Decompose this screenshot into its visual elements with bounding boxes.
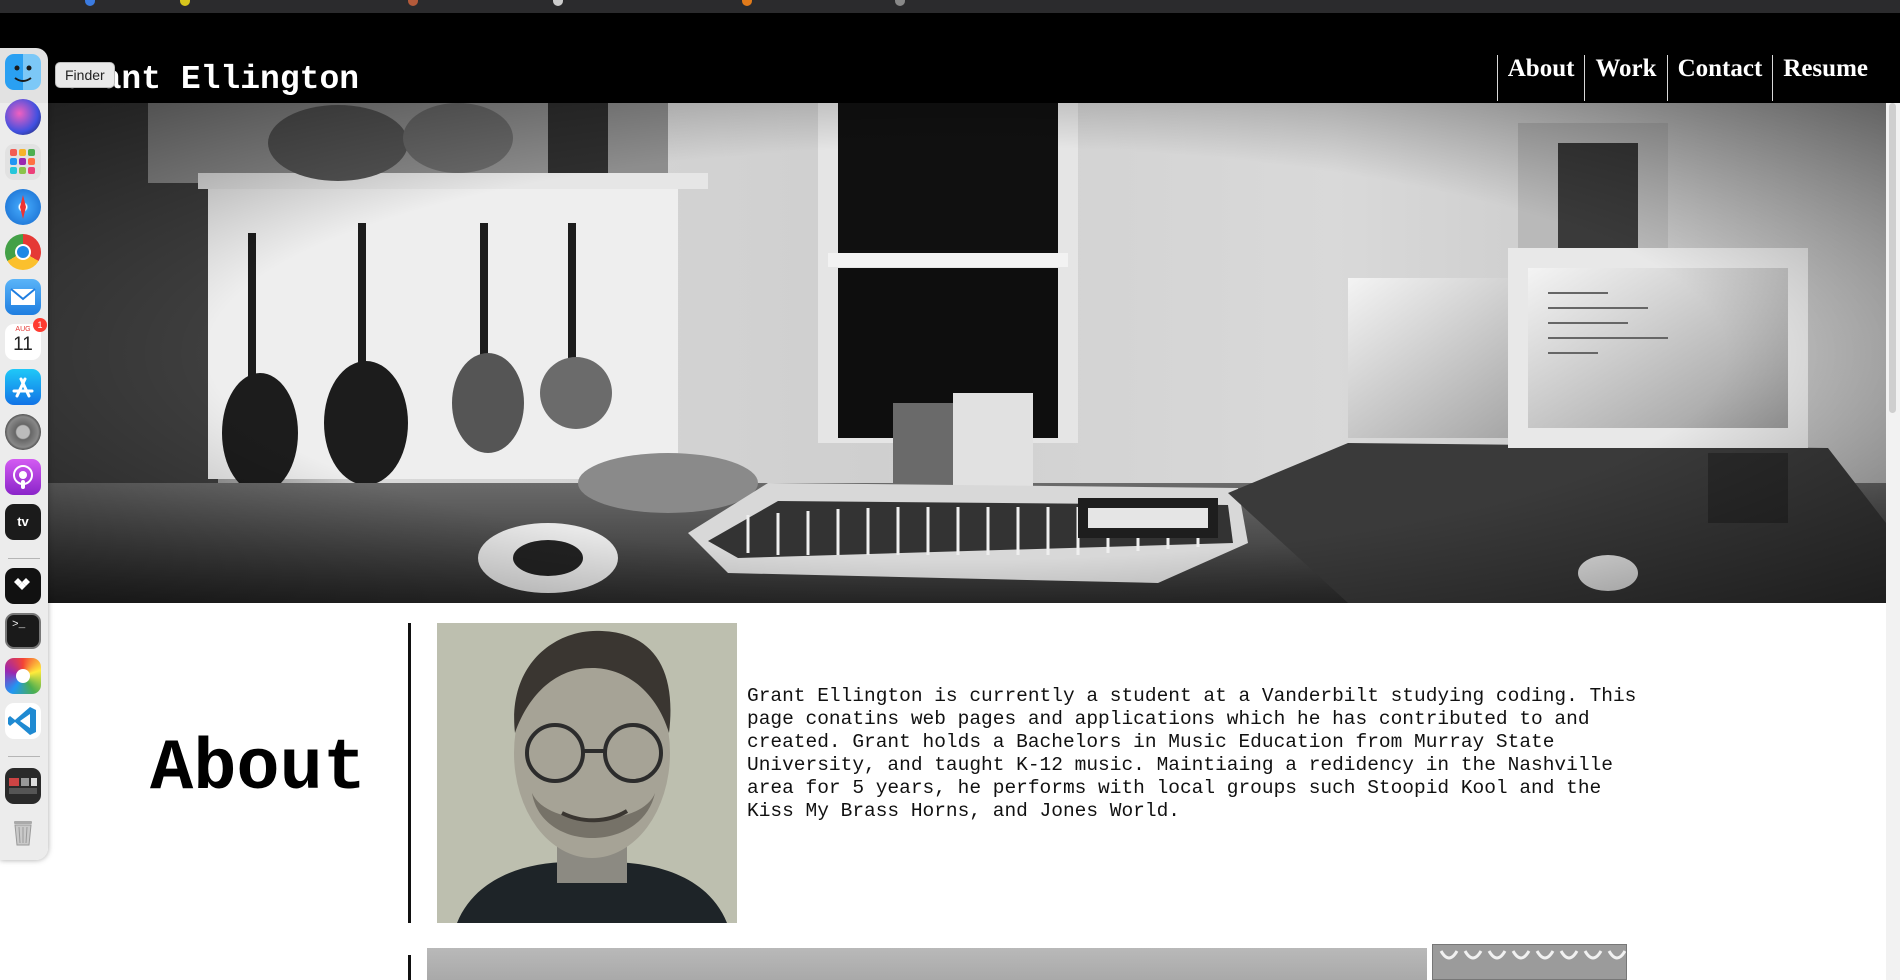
- tab-favicon-icon[interactable]: [85, 0, 95, 6]
- about-heading: About: [150, 728, 367, 810]
- vscode-icon[interactable]: [5, 703, 41, 739]
- tv-icon[interactable]: tv: [5, 504, 41, 540]
- app-store-icon[interactable]: [5, 369, 41, 405]
- about-paragraph: Grant Ellington is currently a student a…: [747, 685, 1637, 822]
- page-scrollbar[interactable]: [1886, 103, 1900, 980]
- downloads-stack-icon[interactable]: [5, 768, 41, 804]
- tab-favicon-icon[interactable]: [180, 0, 190, 6]
- tab-favicon-icon[interactable]: [553, 0, 563, 6]
- macos-dock: AUG 11 1 tv >_: [0, 48, 48, 860]
- scrollbar-thumb[interactable]: [1889, 103, 1896, 413]
- notification-badge: 1: [33, 318, 47, 332]
- work-preview-image[interactable]: [427, 948, 1427, 980]
- tidal-icon[interactable]: [5, 568, 41, 604]
- main-nav: About Work Contact Resume: [1496, 55, 1878, 101]
- tab-favicon-icon[interactable]: [408, 0, 418, 6]
- podcasts-icon[interactable]: [5, 459, 41, 495]
- nav-resume-link[interactable]: Resume: [1772, 55, 1878, 101]
- chrome-icon[interactable]: [5, 234, 41, 270]
- dock-tooltip: Finder: [55, 62, 115, 88]
- siri-icon[interactable]: [5, 99, 41, 135]
- settings-icon[interactable]: [5, 414, 41, 450]
- hero-banner-image: [48, 103, 1886, 603]
- mail-icon[interactable]: [5, 279, 41, 315]
- portrait-photo: [437, 623, 737, 923]
- nav-contact-link[interactable]: Contact: [1666, 55, 1773, 101]
- launchpad-icon[interactable]: [5, 144, 41, 180]
- nav-work-link[interactable]: Work: [1584, 55, 1666, 101]
- trash-icon[interactable]: [5, 813, 41, 849]
- safari-icon[interactable]: [5, 189, 41, 225]
- dock-separator: [8, 558, 40, 559]
- tab-favicon-icon[interactable]: [895, 0, 905, 6]
- nav-about-link[interactable]: About: [1496, 55, 1585, 101]
- work-thumbnail-image[interactable]: [1432, 944, 1627, 980]
- color-picker-icon[interactable]: [5, 658, 41, 694]
- terminal-icon[interactable]: >_: [5, 613, 41, 649]
- section-divider: [408, 955, 411, 980]
- finder-icon[interactable]: [5, 54, 41, 90]
- calendar-icon[interactable]: AUG 11 1: [5, 318, 47, 360]
- site-header: Grant Ellington About Work Contact Resum…: [0, 13, 1900, 103]
- browser-tab-strip: [0, 0, 1900, 14]
- dock-separator: [8, 756, 40, 757]
- section-divider: [408, 623, 411, 923]
- tab-favicon-icon[interactable]: [742, 0, 752, 6]
